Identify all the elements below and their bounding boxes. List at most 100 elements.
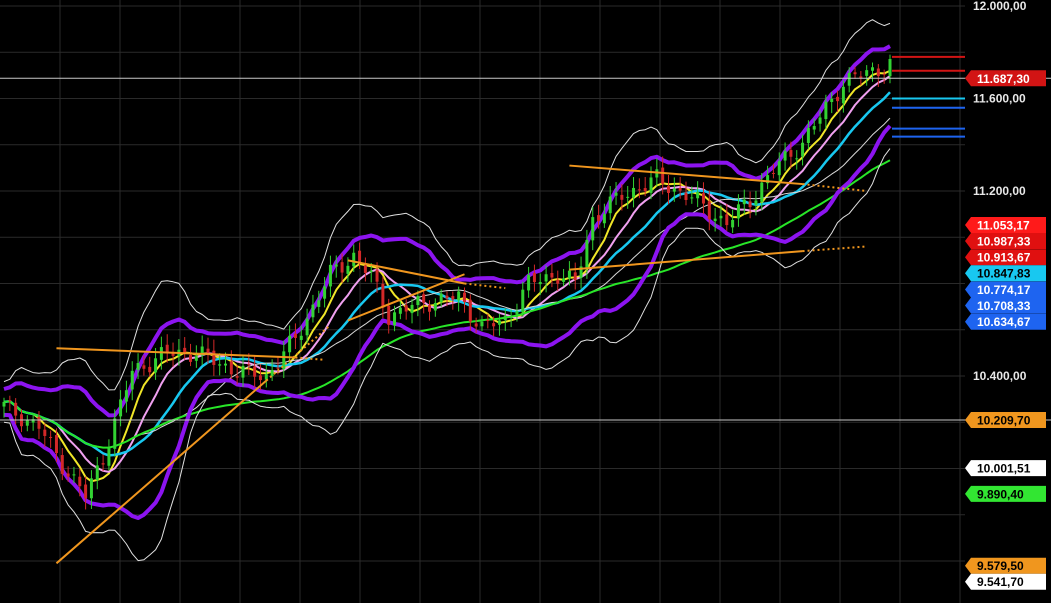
candle-body (113, 418, 117, 449)
candle-body (276, 367, 280, 369)
candle-body (369, 270, 373, 273)
candle-body (387, 305, 391, 325)
candle-body (836, 96, 840, 102)
candle-body (591, 217, 595, 241)
price-badge: 11.053,17 (965, 216, 1046, 233)
candle-body (317, 300, 321, 307)
candle-body (154, 358, 158, 373)
candle-body (806, 127, 810, 143)
price-badge-label: 10.209,70 (977, 414, 1031, 428)
candle-body (14, 402, 18, 416)
candle-body (241, 365, 245, 378)
candle-body (620, 194, 624, 200)
candle-body (871, 67, 875, 71)
candle-body (468, 299, 472, 322)
candle-body (678, 187, 682, 191)
price-badge-label: 10.708,33 (977, 299, 1031, 313)
candle-body (8, 400, 12, 402)
candle-body (206, 348, 210, 353)
candle-body (608, 196, 612, 214)
price-badge: 10.209,70 (965, 412, 1046, 429)
candle-body (486, 320, 490, 322)
candle-body (189, 354, 193, 362)
price-badge: 10.847,83 (965, 265, 1046, 282)
price-badge: 10.708,33 (965, 297, 1046, 314)
y-tick-label: 11.600,00 (973, 92, 1026, 106)
candle-body (340, 262, 344, 273)
candle-body (84, 484, 88, 499)
candle-body (229, 361, 233, 375)
price-badge-label: 11.687,30 (977, 72, 1030, 86)
candle-body (789, 150, 793, 157)
price-badge: 10.001,51 (965, 460, 1046, 477)
price-badge: 9.541,70 (965, 573, 1046, 590)
candle-body (719, 215, 723, 219)
price-badge: 9.579,50 (965, 557, 1046, 574)
candle-body (538, 282, 542, 285)
candle-body (474, 323, 478, 327)
chart-area[interactable]: 12.000,00 11.600,00 11.200,00 10.400,00 11.6… (0, 0, 1051, 603)
candle-body (736, 204, 740, 219)
price-badge-label: 10.001,51 (977, 462, 1031, 476)
candle-body (148, 366, 152, 373)
candle-body (346, 265, 350, 274)
candle-body (661, 167, 665, 184)
candle-body (422, 294, 426, 303)
candle-body (54, 435, 58, 454)
candle-body (212, 350, 216, 365)
candle-body (515, 311, 519, 315)
candle-body (556, 279, 560, 284)
candle-body (480, 321, 484, 327)
candle-body (311, 304, 315, 318)
candle-body (218, 364, 222, 366)
price-badge: 9.890,40 (965, 485, 1046, 502)
price-badge: 10.774,17 (965, 281, 1046, 298)
candle-body (626, 196, 630, 198)
candle-body (43, 429, 47, 436)
candle-body (60, 455, 64, 474)
candle-body (888, 59, 892, 77)
y-tick-label: 11.200,00 (973, 184, 1026, 198)
candle-body (812, 126, 816, 130)
price-badge: 10.634,67 (965, 313, 1046, 330)
candle-body (602, 214, 606, 224)
candle-body (707, 201, 711, 220)
candle-body (585, 239, 589, 268)
candle-body (381, 283, 385, 308)
candle-body (305, 318, 309, 336)
candle-body (89, 478, 93, 499)
candle-body (352, 252, 356, 267)
price-chart[interactable]: 12.000,00 11.600,00 11.200,00 10.400,00 11.6… (0, 0, 1051, 603)
candle-body (224, 363, 227, 366)
candle-body (725, 214, 729, 226)
candle-body (288, 335, 292, 353)
candle-body (532, 272, 536, 283)
candle-body (865, 70, 869, 76)
candle-body (445, 295, 449, 299)
price-badge: 11.687,30 (965, 70, 1046, 87)
candle-body (334, 264, 338, 267)
candle-body (25, 420, 29, 426)
candle-body (690, 197, 694, 199)
candle-body (37, 416, 41, 429)
candle-body (398, 307, 402, 314)
candle-body (416, 296, 420, 306)
candle-body (451, 296, 455, 300)
candle-body (521, 289, 525, 313)
candle-body (358, 250, 362, 264)
price-badge-label: 11.053,17 (977, 218, 1030, 232)
candle-body (643, 188, 647, 192)
candle-body (731, 220, 735, 228)
candle-body (801, 142, 805, 157)
candle-body (293, 333, 297, 338)
candle-body (270, 369, 274, 377)
chart-background (0, 0, 1051, 603)
price-badge: 10.913,67 (965, 249, 1046, 266)
candle-body (2, 401, 6, 407)
candle-body (49, 436, 53, 438)
candle-body (136, 363, 140, 370)
candle-body (503, 315, 507, 321)
candle-body (783, 151, 787, 161)
candle-body (124, 390, 128, 402)
candle-body (713, 218, 717, 222)
